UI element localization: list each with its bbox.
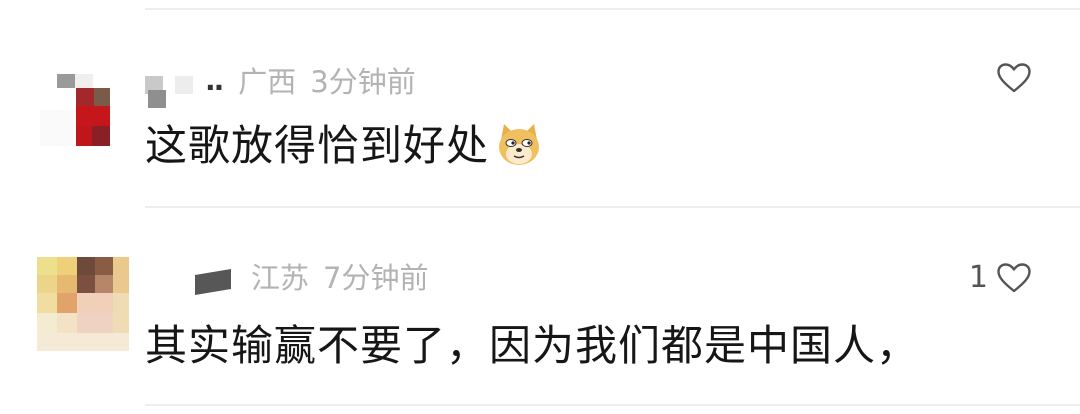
doge-emoji-icon [495,120,543,178]
avatar-pixel [76,106,110,126]
avatar-pixel [77,275,95,293]
avatar-pixel [37,293,57,313]
avatar[interactable] [40,70,130,150]
avatar-pixel [57,74,75,88]
avatar-pixel [77,313,113,333]
mosaic-block [175,76,193,94]
avatar-pixel [94,88,110,106]
avatar[interactable] [37,257,129,351]
avatar-pixel [95,257,113,275]
avatar-pixel [57,293,77,313]
mosaic-wedge [195,269,231,295]
avatar-pixel [57,257,77,275]
comment-text: 这歌放得恰到好处 [145,112,543,178]
like-button[interactable]: 1 [969,260,1032,295]
avatar-pixel [40,110,74,146]
mosaic-block [148,90,166,108]
timestamp: 7分钟前 [323,261,429,295]
avatar-pixel [77,257,95,275]
avatar-pixel [37,333,129,351]
comment-meta: .. 广西 3分钟前 [145,60,416,100]
avatar-pixel [37,275,57,293]
location-label: 广西 [238,65,297,99]
avatar-pixel [113,257,129,275]
comment-text: 其实输赢不要了，因为我们都是中国人， [145,312,919,373]
avatar-pixel [76,126,92,146]
comment-item-1[interactable]: .. 广西 3分钟前 这歌放得恰到好处 [0,0,1080,205]
avatar-pixel [37,257,57,275]
heart-outline-icon [996,62,1032,94]
avatar-pixel [95,275,113,293]
comment-text-content: 其实输赢不要了，因为我们都是中国人， [145,321,920,370]
heart-outline-icon [996,262,1032,294]
like-button[interactable] [988,62,1032,94]
comment-meta: 江苏 7分钟前 [145,256,428,296]
like-count: 1 [968,260,988,295]
mosaic-dots: .. [205,63,224,97]
comment-text-content: 这歌放得恰到好处 [145,121,490,170]
comment-item-2[interactable]: 江苏 7分钟前 其实输赢不要了，因为我们都是中国人， 1 [0,208,1080,408]
avatar-pixel [92,126,110,146]
avatar-pixel [113,293,129,333]
location-label: 江苏 [251,261,310,295]
divider-bottom [145,404,1080,406]
avatar-pixel [57,313,77,333]
username-redacted[interactable] [145,257,235,295]
avatar-pixel [75,74,93,88]
timestamp: 3分钟前 [310,65,416,99]
avatar-pixel [113,275,129,293]
avatar-pixel [57,275,77,293]
avatar-pixel [77,293,113,313]
